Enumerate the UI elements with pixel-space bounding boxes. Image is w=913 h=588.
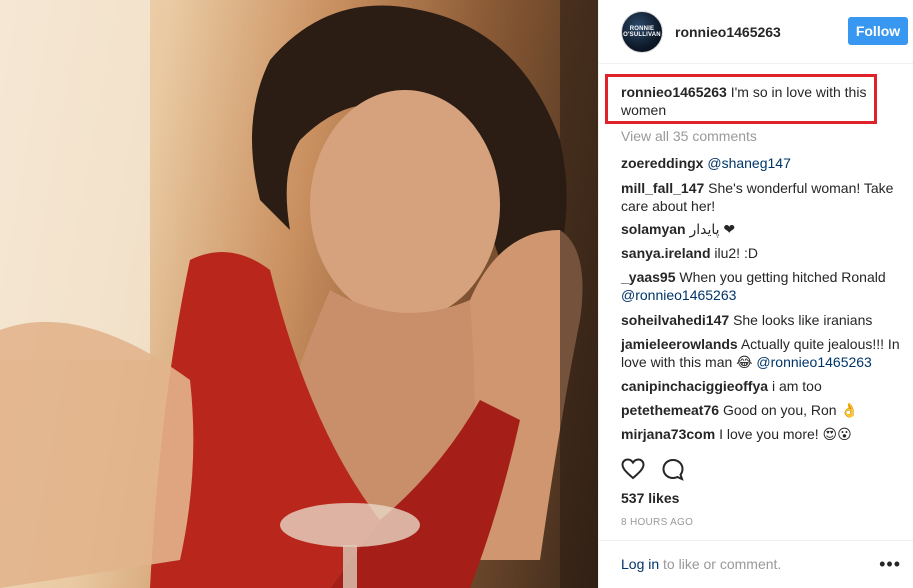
post-photo <box>0 0 598 588</box>
comment-username[interactable]: mill_fall_147 <box>621 180 704 196</box>
comment-text: When you getting hitched Ronald <box>679 269 886 285</box>
comment-username[interactable]: solamyan <box>621 221 686 237</box>
comment-item: mill_fall_147 She's wonderful woman! Tak… <box>621 179 901 215</box>
view-all-comments-link[interactable]: View all 35 comments <box>621 128 757 144</box>
comment-username[interactable]: soheilvahedi147 <box>621 312 729 328</box>
comment-username[interactable]: _yaas95 <box>621 269 676 285</box>
comment-text: i am too <box>771 378 822 394</box>
login-link[interactable]: Log in <box>621 556 659 572</box>
comment-item: petethemeat76 Good on you, Ron 👌 <box>621 401 901 419</box>
comment-mention[interactable]: @shaneg147 <box>707 155 791 171</box>
photo-illustration <box>0 0 598 588</box>
avatar[interactable]: RONNIE O'SULLIVAN <box>621 10 663 53</box>
login-prompt-text: to like or comment. <box>659 556 782 572</box>
post-header: RONNIE O'SULLIVAN ronnieo1465263 Follow <box>599 0 913 64</box>
comment-item: sanya.ireland ilu2! :D <box>621 244 901 262</box>
post-timestamp: 8 HOURS AGO <box>621 517 694 528</box>
login-prompt: Log in to like or comment. <box>621 556 781 572</box>
heart-icon-svg <box>621 458 645 480</box>
post-caption: ronnieo1465263 I'm so in love with this … <box>621 83 871 119</box>
comment-text: I love you more! 😍😮 <box>719 426 852 442</box>
comment-mention[interactable]: @ronnieo1465263 <box>621 287 736 303</box>
comment-username[interactable]: zoereddingx <box>621 155 703 171</box>
comment-username[interactable]: petethemeat76 <box>621 402 719 418</box>
comment-item: jamieleerowlands Actually quite jealous!… <box>621 335 901 371</box>
header-username[interactable]: ronnieo1465263 <box>675 24 781 40</box>
comment-item: canipinchaciggieoffya i am too <box>621 377 901 395</box>
avatar-logo-line-2: O'SULLIVAN <box>623 31 661 38</box>
comment-item: _yaas95 When you getting hitched Ronald … <box>621 268 901 304</box>
comment-username[interactable]: sanya.ireland <box>621 245 711 261</box>
comment-text: پایدار ❤ <box>689 221 736 237</box>
post-side-panel: RONNIE O'SULLIVAN ronnieo1465263 Follow … <box>598 0 913 588</box>
caption-username[interactable]: ronnieo1465263 <box>621 84 727 100</box>
comment-item: solamyan پایدار ❤ <box>621 220 901 238</box>
comment-username[interactable]: jamieleerowlands <box>621 336 738 352</box>
comment-item: mirjana73com I love you more! 😍😮 <box>621 425 901 443</box>
comment-username[interactable]: mirjana73com <box>621 426 715 442</box>
follow-button[interactable]: Follow <box>848 17 908 45</box>
more-options-icon[interactable]: ••• <box>879 554 901 575</box>
comment-username[interactable]: canipinchaciggieoffya <box>621 378 768 394</box>
heart-icon[interactable] <box>621 458 645 482</box>
comment-mention[interactable]: @ronnieo1465263 <box>756 354 871 370</box>
comment-item: soheilvahedi147 She looks like iranians <box>621 311 901 329</box>
comment-text: She looks like iranians <box>733 312 873 328</box>
comment-text: ilu2! :D <box>714 245 758 261</box>
comment-icon-svg <box>662 458 684 481</box>
comment-icon[interactable] <box>661 458 685 482</box>
post-actions <box>621 458 685 482</box>
comment-text: Good on you, Ron 👌 <box>722 402 858 418</box>
comment-item: zoereddingx @shaneg147 <box>621 154 901 172</box>
likes-count[interactable]: 537 likes <box>621 490 679 506</box>
